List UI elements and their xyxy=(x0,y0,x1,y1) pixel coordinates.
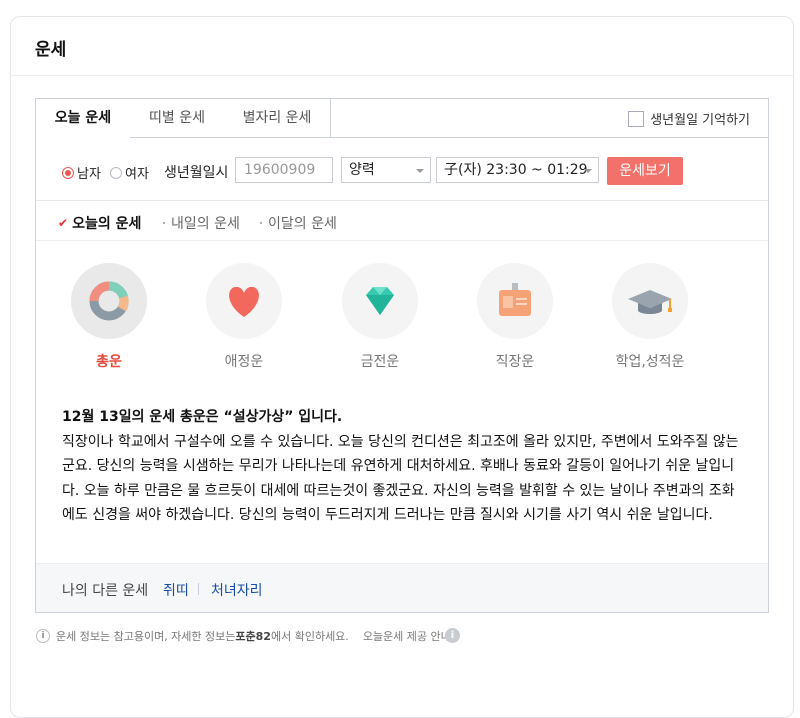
category-overall[interactable]: 총운 xyxy=(71,263,147,371)
other-fortune-bar: 나의 다른 운세 쥐띠 처녀자리 xyxy=(36,563,768,612)
chevron-down-icon xyxy=(584,169,592,173)
other-fortune-label: 나의 다른 운세 xyxy=(62,583,149,599)
bullet-icon xyxy=(163,222,165,224)
remember-birthdate[interactable]: 생년월일 기억하기 xyxy=(628,109,750,128)
subnav-month-label: 이달의 운세 xyxy=(268,216,337,232)
zodiac-animal-link[interactable]: 쥐띠 xyxy=(163,580,189,600)
fortune-tabs: 오늘 운세 띠별 운세 별자리 운세 생년월일 기억하기 xyxy=(36,99,768,138)
dob-input[interactable]: 19600909 xyxy=(235,157,333,183)
calendar-select[interactable]: 양력 xyxy=(341,157,431,183)
subnav-month[interactable]: 이달의 운세 xyxy=(260,213,337,233)
provider-guide[interactable]: 오늘운세 제공 안내 xyxy=(363,628,451,644)
heart-icon xyxy=(206,263,282,339)
remember-label: 생년월일 기억하기 xyxy=(650,113,750,128)
info-circle-icon[interactable]: i xyxy=(445,628,460,643)
category-money[interactable]: 금전운 xyxy=(342,263,418,371)
gender-female-option[interactable]: 여자 xyxy=(110,163,149,182)
tab-today-fortune[interactable]: 오늘 운세 xyxy=(36,99,131,138)
dob-label: 생년월일시 xyxy=(164,165,229,181)
notice: i 운세 정보는 참고용이며, 자세한 정보는 포춘82 에서 확인하세요. 오… xyxy=(36,628,451,644)
notice-pre: 운세 정보는 참고용이며, 자세한 정보는 xyxy=(56,630,236,643)
info-icon: i xyxy=(36,629,50,643)
fortune-headline: 12월 13일의 운세 총운은 “설상가상” 입니다. xyxy=(62,409,343,425)
constellation-link[interactable]: 처녀자리 xyxy=(211,580,263,600)
category-study[interactable]: 학업,성적운 xyxy=(612,263,688,371)
subnav-tomorrow[interactable]: 내일의 운세 xyxy=(163,213,240,233)
gender-female-label: 여자 xyxy=(125,167,149,182)
donut-chart-icon xyxy=(71,263,147,339)
category-money-label: 금전운 xyxy=(360,354,400,370)
fortune-panel: 오늘 운세 띠별 운세 별자리 운세 생년월일 기억하기 남자 여자 생년월일시… xyxy=(35,98,769,613)
birth-time-value: 子(자) 23:30 ~ 01:29 xyxy=(444,162,588,178)
id-badge-icon xyxy=(477,263,553,339)
radio-female[interactable] xyxy=(110,166,122,179)
fortune-body: 직장이나 학교에서 구설수에 오를 수 있습니다. 오늘 당신의 컨디션은 최고… xyxy=(62,433,739,524)
category-love[interactable]: 애정운 xyxy=(206,263,282,371)
notice-post: 에서 확인하세요. xyxy=(270,630,349,643)
category-career[interactable]: 직장운 xyxy=(477,263,553,371)
footer-divider xyxy=(198,583,199,595)
card-title: 운세 xyxy=(35,40,67,60)
gender-male-option[interactable]: 남자 xyxy=(62,163,101,182)
remember-checkbox[interactable] xyxy=(628,110,645,127)
fortune-card: 운세 오늘 운세 띠별 운세 별자리 운세 생년월일 기억하기 남자 여자 생년… xyxy=(10,16,794,718)
fortune-period-nav: ✔ 오늘의 운세 내일의 운세 이달의 운세 xyxy=(36,200,768,241)
fortune-form: 남자 여자 생년월일시 19600909 양력 子(자) 23:30 ~ 01:… xyxy=(36,138,768,201)
subnav-today-label: 오늘의 운세 xyxy=(72,216,142,232)
category-overall-label: 총운 xyxy=(96,354,122,370)
fortune-text: 12월 13일의 운세 총운은 “설상가상” 입니다. 직장이나 학교에서 구설… xyxy=(62,405,742,528)
tab-constellation-fortune[interactable]: 별자리 운세 xyxy=(224,99,331,137)
subnav-tomorrow-label: 내일의 운세 xyxy=(171,216,240,232)
tab-zodiac-animal-fortune[interactable]: 띠별 운세 xyxy=(130,99,225,137)
graduation-cap-icon xyxy=(612,263,688,339)
radio-male[interactable] xyxy=(62,166,74,179)
card-divider xyxy=(11,75,793,76)
bullet-icon xyxy=(260,222,262,224)
gender-male-label: 남자 xyxy=(77,167,101,182)
category-study-label: 학업,성적운 xyxy=(615,354,685,370)
calendar-select-value: 양력 xyxy=(349,162,375,178)
notice-brand: 포춘82 xyxy=(235,630,271,643)
chevron-down-icon xyxy=(416,169,424,173)
birth-time-select[interactable]: 子(자) 23:30 ~ 01:29 xyxy=(436,157,599,183)
diamond-icon xyxy=(342,263,418,339)
check-icon: ✔ xyxy=(58,216,69,230)
category-career-label: 직장운 xyxy=(495,354,535,370)
view-fortune-button[interactable]: 운세보기 xyxy=(607,157,683,185)
subnav-today[interactable]: ✔ 오늘의 운세 xyxy=(58,213,141,233)
category-love-label: 애정운 xyxy=(224,354,264,370)
